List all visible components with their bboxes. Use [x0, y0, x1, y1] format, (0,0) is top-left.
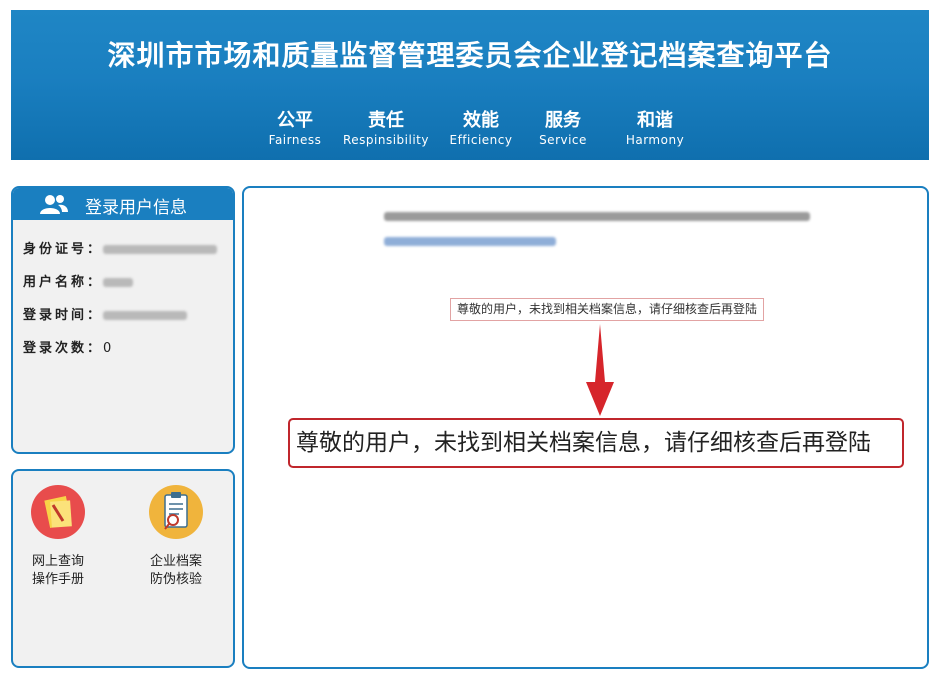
- user-name-value-redacted: [103, 278, 134, 287]
- slogan-en: Respinsibility: [342, 133, 429, 147]
- slogan-cn: 公平: [277, 110, 313, 131]
- user-name-label: 用户名称：: [23, 275, 104, 290]
- slogan-en: Fairness: [268, 133, 322, 147]
- slogan-cn: 效能: [463, 110, 499, 131]
- login-count-value: 0: [103, 341, 112, 356]
- redacted-greeting-text: [384, 212, 810, 221]
- online-query-manual-link[interactable]: 网上查询 操作手册: [13, 485, 103, 589]
- login-time-row: 登录时间：: [23, 304, 188, 323]
- slogan-en: Harmony: [625, 133, 685, 147]
- slogan-en: Efficiency: [449, 133, 513, 147]
- login-count-row: 登录次数：0: [23, 337, 111, 356]
- link-label: 网上查询 操作手册: [13, 553, 103, 589]
- clipboard-icon: [149, 485, 203, 539]
- login-time-value-redacted: [103, 311, 188, 320]
- main-content-panel: 尊敬的用户，未找到相关档案信息，请仔细核查后再登陆 尊敬的用户，未找到相关档案信…: [242, 186, 929, 669]
- manual-icon: [31, 485, 85, 539]
- id-number-row: 身份证号：: [23, 238, 218, 257]
- user-info-header: 登录用户信息: [13, 188, 233, 220]
- slogan-en: Service: [539, 133, 587, 147]
- slogan-service: 服务 Service: [517, 110, 609, 148]
- user-info-title: 登录用户信息: [85, 198, 187, 218]
- slogan-harmony: 和谐 Harmony: [605, 110, 705, 148]
- redacted-company-link[interactable]: [384, 237, 556, 246]
- quick-links-panel: 网上查询 操作手册 企业档案 防伪核验: [11, 469, 235, 668]
- not-found-message-zoomed: 尊敬的用户，未找到相关档案信息，请仔细核查后再登陆: [288, 418, 904, 468]
- slogan-cn: 服务: [545, 110, 581, 131]
- user-name-row: 用户名称：: [23, 271, 134, 290]
- slogan-cn: 责任: [368, 110, 404, 131]
- link-label: 企业档案 防伪核验: [131, 553, 221, 589]
- id-number-value-redacted: [103, 245, 218, 254]
- slogan-responsibility: 责任 Respinsibility: [327, 110, 445, 148]
- page-title: 深圳市市场和质量监督管理委员会企业登记档案查询平台: [107, 39, 833, 72]
- id-number-label: 身份证号：: [23, 242, 104, 257]
- user-info-panel: 登录用户信息 身份证号： 用户名称： 登录时间： 登录次数：0: [11, 186, 235, 454]
- slogan-efficiency: 效能 Efficiency: [431, 110, 531, 148]
- login-count-label: 登录次数：: [23, 341, 104, 356]
- slogan-cn: 和谐: [637, 110, 673, 131]
- link-label-line2: 防伪核验: [149, 572, 202, 587]
- login-time-label: 登录时间：: [23, 308, 104, 323]
- header-banner: 深圳市市场和质量监督管理委员会企业登记档案查询平台 公平 Fairness 责任…: [11, 10, 929, 160]
- users-icon: [40, 195, 68, 214]
- slogan-bar: 公平 Fairness 责任 Respinsibility 效能 Efficie…: [11, 110, 929, 156]
- link-label-line1: 网上查询: [31, 554, 84, 569]
- not-found-message: 尊敬的用户，未找到相关档案信息，请仔细核查后再登陆: [450, 298, 765, 321]
- down-arrow-icon: [586, 324, 614, 416]
- archive-verify-link[interactable]: 企业档案 防伪核验: [131, 485, 221, 589]
- slogan-fairness: 公平 Fairness: [255, 110, 335, 148]
- link-label-line2: 操作手册: [31, 572, 84, 587]
- link-label-line1: 企业档案: [149, 554, 202, 569]
